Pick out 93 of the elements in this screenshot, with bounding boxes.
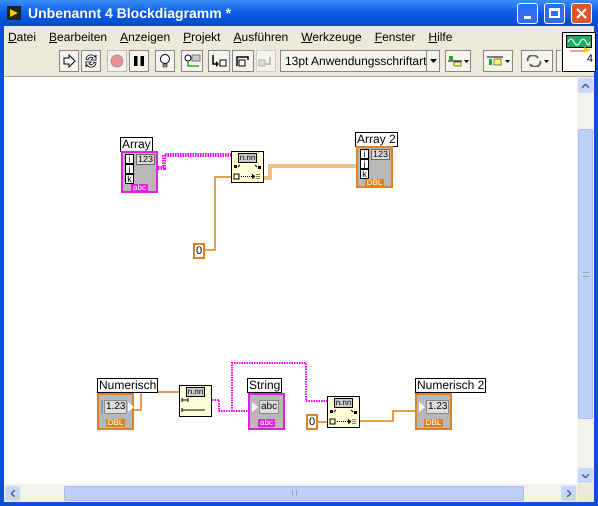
wire[interactable]	[231, 362, 327, 411]
indicator-terminal[interactable]: 1.23 DBL	[415, 393, 452, 430]
indicator-terminal[interactable]: abc abc	[248, 393, 285, 430]
function-node[interactable]: n.nn	[231, 151, 264, 183]
index-display: i	[125, 154, 134, 164]
terminal-label: String	[247, 378, 282, 393]
scroll-down-button[interactable]	[578, 468, 593, 483]
light-bulb-icon	[159, 53, 171, 69]
terminal-label: Numerisch 2	[415, 378, 486, 393]
element-display: 123	[136, 154, 156, 165]
app-icon	[6, 5, 22, 21]
numeric-constant[interactable]: 0	[193, 243, 206, 259]
pause-button[interactable]	[129, 50, 149, 72]
chevron-up-icon	[582, 84, 589, 88]
output-arrow-icon	[128, 402, 134, 412]
probe-button[interactable]	[181, 50, 203, 72]
minimize-button[interactable]	[517, 2, 538, 24]
arrow-icon	[62, 54, 76, 68]
probe-icon	[183, 53, 201, 69]
value-display: abc	[259, 400, 280, 414]
terminal-label: Array 2	[355, 132, 398, 147]
align-icon	[448, 55, 462, 67]
scan-from-string-icon	[233, 163, 262, 181]
scan-from-string-icon	[329, 408, 358, 426]
dropdown-arrow-icon	[430, 59, 437, 63]
menu-item[interactable]: Anzeigen	[120, 28, 170, 46]
value-display: 1.23	[426, 400, 450, 414]
step-into-icon	[211, 54, 227, 68]
stop-icon	[110, 54, 124, 68]
function-node[interactable]: n.nn	[179, 385, 212, 417]
scroll-thumb[interactable]	[578, 129, 593, 419]
vi-number: 4	[586, 53, 594, 65]
highlight-execution-button[interactable]	[155, 50, 175, 72]
distribute-icon	[486, 55, 502, 67]
menu-item[interactable]: Bearbeiten	[49, 28, 108, 46]
index-display: i	[360, 149, 369, 159]
help-button[interactable]	[556, 50, 561, 72]
circular-arrows-icon	[83, 53, 99, 69]
chevron-right-icon	[566, 490, 570, 496]
run-continuously-button[interactable]	[81, 50, 101, 72]
step-into-button[interactable]	[208, 50, 230, 72]
horizontal-scrollbar[interactable]	[4, 484, 577, 502]
menu-item[interactable]: Fenster	[374, 28, 416, 46]
chevron-down-icon	[582, 474, 589, 478]
step-over-icon	[235, 54, 251, 68]
value-display: 1.23	[104, 400, 128, 414]
type-label: DBL	[424, 419, 444, 427]
menu-item[interactable]: Hilfe	[428, 28, 452, 46]
caret-icon	[504, 60, 510, 62]
pause-icon	[133, 55, 145, 67]
window-title: Unbenannt 4 Blockdiagramm *	[28, 4, 232, 23]
run-button[interactable]	[59, 50, 79, 72]
terminal-label: Array	[120, 137, 153, 152]
function-glyph: n.nn	[186, 387, 206, 397]
scroll-left-button[interactable]	[5, 486, 20, 500]
menu-item[interactable]: Datei	[8, 28, 36, 46]
caret-icon	[464, 60, 468, 62]
function-node[interactable]: n.nn	[327, 396, 360, 428]
type-label: abc	[258, 419, 275, 427]
scroll-up-button[interactable]	[578, 78, 593, 93]
close-icon	[576, 8, 587, 18]
maximize-icon	[549, 8, 560, 18]
scroll-right-button[interactable]	[561, 486, 576, 500]
reorder-button[interactable]	[521, 50, 553, 72]
minimize-icon	[524, 16, 531, 18]
numeric-constant[interactable]: 0	[306, 414, 318, 430]
caret-icon	[544, 60, 548, 62]
function-glyph: n.nn	[238, 153, 258, 163]
align-objects-button[interactable]	[445, 50, 471, 72]
maximize-button[interactable]	[544, 2, 565, 24]
menu-item[interactable]: Werkzeuge	[301, 28, 362, 46]
circular-arrows-icon	[526, 55, 542, 67]
step-over-button[interactable]	[232, 50, 254, 72]
font-dropdown[interactable]: 13pt Anwendungsschriftart	[280, 50, 440, 72]
element-display: 123	[371, 149, 390, 160]
index-display: k	[360, 169, 369, 179]
type-label: DBL	[106, 419, 126, 427]
control-terminal[interactable]: 1.23 DBL	[97, 393, 134, 430]
scroll-thumb[interactable]	[64, 486, 524, 500]
type-label: abc	[131, 184, 148, 192]
vi-icon[interactable]: 4	[562, 32, 596, 72]
vertical-scrollbar[interactable]	[577, 77, 594, 484]
menu-item[interactable]: Projekt	[183, 28, 221, 46]
step-out-icon	[258, 54, 274, 68]
chevron-left-icon	[10, 490, 14, 496]
menu-item[interactable]: Ausführen	[234, 28, 288, 46]
close-button[interactable]	[571, 2, 592, 24]
distribute-objects-button[interactable]	[483, 50, 513, 72]
index-display: k	[125, 174, 134, 184]
type-label: DBL	[364, 179, 384, 187]
waveform-icon	[566, 35, 592, 53]
function-glyph: n.nn	[334, 398, 354, 408]
terminal-label: Numerisch	[97, 378, 158, 393]
